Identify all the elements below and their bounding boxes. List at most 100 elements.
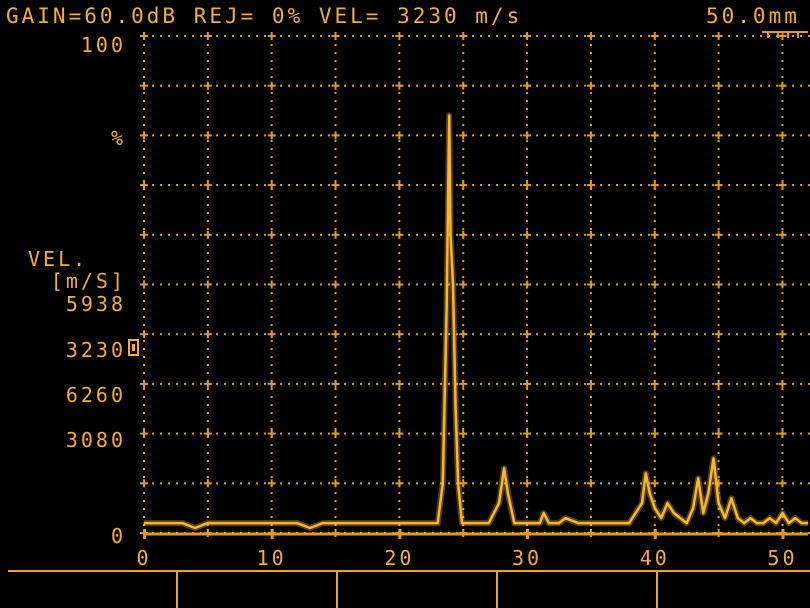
grid-dot	[328, 35, 330, 37]
grid-dot	[224, 333, 226, 336]
grid-dot	[280, 283, 282, 286]
grid-dot	[717, 460, 720, 462]
grid-cross	[462, 479, 465, 488]
grid-dot	[334, 204, 337, 206]
grid-dot	[653, 212, 656, 214]
grid-dot	[206, 60, 209, 62]
grid-dot	[781, 108, 784, 110]
grid-dot	[143, 348, 145, 350]
grid-cross	[526, 32, 529, 40]
grid-cross	[462, 32, 465, 40]
grid-dot	[653, 268, 656, 270]
grid-dot	[232, 432, 234, 435]
x-tick-label: 50	[767, 546, 798, 570]
grid-dot	[143, 100, 145, 102]
grid-dot	[717, 148, 720, 150]
grid-dot	[432, 382, 434, 385]
grid-dot	[206, 140, 209, 142]
grid-dot	[168, 233, 170, 236]
grid-dot	[462, 252, 465, 254]
grid-dot	[344, 283, 346, 286]
trace-point	[156, 522, 158, 524]
grid-dot	[680, 382, 682, 385]
grid-dot	[704, 84, 706, 87]
grid-dot	[270, 364, 273, 366]
grid-dot	[334, 292, 337, 294]
x-tick	[270, 529, 274, 539]
grid-dot	[717, 108, 720, 110]
grid-dot	[143, 476, 145, 478]
grid-dot	[552, 134, 554, 137]
grid-dot	[616, 283, 618, 286]
grid-dot	[717, 364, 720, 366]
grid-dot	[680, 283, 682, 286]
grid-dot	[398, 60, 401, 62]
grid-dot	[248, 134, 250, 137]
grid-dot	[398, 412, 401, 414]
grid-dot	[781, 60, 784, 62]
grid-dot	[526, 500, 529, 502]
grid-dot	[206, 340, 209, 342]
grid-dot	[206, 492, 209, 494]
grid-dot	[224, 84, 226, 87]
grid-dot	[672, 283, 674, 286]
grid-dot	[672, 134, 674, 137]
grid-dot	[776, 134, 778, 137]
grid-dot	[536, 333, 538, 336]
grid-dot	[424, 134, 426, 137]
grid-dot	[334, 404, 337, 406]
grid-dot	[368, 35, 370, 37]
grid-dot	[488, 283, 490, 286]
grid-dot	[270, 404, 273, 406]
grid-dot	[240, 382, 242, 385]
grid-dot	[526, 172, 529, 174]
grid-dot	[270, 204, 273, 206]
grid-dot	[717, 60, 720, 62]
grid-dot	[744, 283, 746, 286]
grid-dot	[280, 333, 282, 336]
grid-dot	[143, 44, 145, 46]
grid-dot	[270, 228, 273, 230]
grid-dot	[424, 432, 426, 435]
grid-dot	[544, 84, 546, 87]
grid-dot	[143, 92, 145, 94]
grid-dot	[328, 184, 330, 187]
grid-dot	[640, 382, 642, 385]
grid-dot	[589, 252, 592, 254]
grid-dot	[760, 432, 762, 435]
grid-dot	[568, 134, 570, 137]
grid-dot	[589, 156, 592, 158]
grid-dot	[432, 482, 434, 485]
grid-dot	[206, 460, 209, 462]
grid-dot	[526, 228, 529, 230]
grid-dot	[768, 233, 770, 236]
grid-dot	[512, 382, 514, 385]
trace-point	[660, 517, 662, 519]
grid-cross	[653, 280, 656, 289]
grid-dot	[256, 84, 258, 87]
grid-dot	[408, 432, 410, 435]
grid-dot	[526, 108, 529, 110]
grid-dot	[416, 84, 418, 87]
x-tick-label: 20	[384, 546, 415, 570]
grid-dot	[376, 283, 378, 286]
grid-dot	[717, 348, 720, 350]
grid-dot	[488, 382, 490, 385]
grid-cross	[717, 280, 720, 289]
grid-dot	[781, 444, 784, 446]
grid-dot	[270, 316, 273, 318]
grid-dot	[717, 100, 720, 102]
trace-point	[756, 522, 758, 524]
grid-dot	[376, 184, 378, 187]
grid-cross	[781, 81, 784, 90]
grid-dot	[270, 372, 273, 374]
grid-dot	[320, 283, 322, 286]
grid-dot	[800, 482, 802, 485]
grid-dot	[206, 116, 209, 118]
grid-dot	[576, 382, 578, 385]
grid-dot	[334, 372, 337, 374]
grid-dot	[589, 212, 592, 214]
grid-dot	[398, 244, 401, 246]
grid-dot	[512, 333, 514, 336]
grid-dot	[717, 412, 720, 414]
